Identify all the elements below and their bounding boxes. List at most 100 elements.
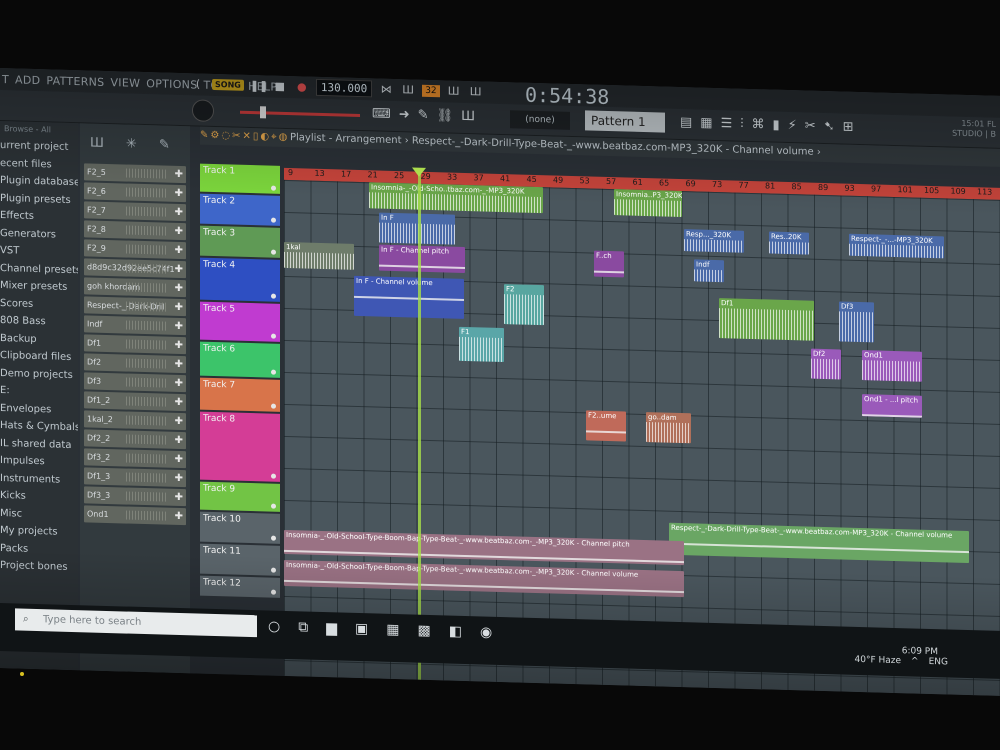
browser-item[interactable]: Impulses <box>0 452 78 472</box>
channel-add-icon[interactable]: ✚ <box>175 223 183 240</box>
track-mute-led[interactable] <box>271 535 276 541</box>
track-header[interactable]: Track 5 <box>200 301 280 342</box>
automation-clip[interactable]: F..ch <box>594 250 624 278</box>
channel-add-icon[interactable]: ✚ <box>175 356 183 373</box>
channel-add-icon[interactable]: ✚ <box>175 470 183 487</box>
channel-add-icon[interactable]: ✚ <box>175 375 183 392</box>
channel-add-icon[interactable]: ✚ <box>175 185 183 202</box>
channel-item[interactable]: Df3_3 ✚ <box>84 486 186 507</box>
loop-record-icon[interactable]: Ш <box>468 84 484 100</box>
channel-item[interactable]: Df1_2 ✚ <box>84 391 186 412</box>
menu-item-add[interactable]: ADD <box>15 73 40 87</box>
tempo-display[interactable]: 130.000 <box>315 78 373 98</box>
channel-item[interactable]: Indf ✚ <box>84 315 186 336</box>
browser-item[interactable]: Plugin presets <box>0 190 78 210</box>
browser-item[interactable]: Project bones <box>0 557 78 577</box>
track-mute-led[interactable] <box>271 503 276 509</box>
browser-item[interactable]: VST <box>0 242 78 262</box>
channel-add-icon[interactable]: ✚ <box>175 508 183 525</box>
plug-icon[interactable]: ⚡ <box>788 118 797 133</box>
comb-icon[interactable]: Ш <box>461 109 475 124</box>
track-header[interactable]: Track 9 <box>200 481 280 512</box>
audio-clip[interactable]: Df3 <box>839 301 874 343</box>
store-icon[interactable]: ▣ <box>355 621 368 637</box>
browser-item[interactable]: Kicks <box>0 487 78 507</box>
audio-clip[interactable]: F2 <box>504 284 544 326</box>
browser-icon[interactable]: ▮ <box>773 118 780 133</box>
track-mute-led[interactable] <box>271 217 276 223</box>
wait-input-icon[interactable]: Ш <box>400 82 416 98</box>
menu-item-view[interactable]: VIEW <box>110 76 140 90</box>
channel-item[interactable]: Df1_3 ✚ <box>84 467 186 488</box>
track-header[interactable]: Track 11 <box>200 543 280 576</box>
track-mute-led[interactable] <box>271 589 276 595</box>
browser-item[interactable]: Envelopes <box>0 400 78 420</box>
channel-item[interactable]: 1kal_2 ✚ <box>84 410 186 431</box>
browser-item[interactable]: Channel presets <box>0 260 78 280</box>
tools-icon[interactable]: ✂ <box>805 118 816 133</box>
browser-item[interactable]: My projects <box>0 522 78 542</box>
pencil-icon[interactable]: ✎ <box>418 108 429 123</box>
audio-clip[interactable]: Insomnia-_-Old-Scho..tbaz.com-_-MP3_320K <box>369 182 543 214</box>
arrow-icon[interactable]: ➜ <box>399 107 410 122</box>
channel-item[interactable]: F2_5 ✚ <box>84 163 186 184</box>
automation-clip[interactable]: In F - Channel pitch <box>379 244 465 273</box>
track-mute-led[interactable] <box>271 249 276 255</box>
track-mute-led[interactable] <box>271 333 276 339</box>
song-mode-button[interactable]: SONG <box>212 78 244 91</box>
play-pause-button[interactable]: ❚❚ <box>250 77 268 93</box>
browser-item[interactable]: Scores <box>0 295 78 315</box>
audio-clip[interactable]: Insomnia..P3_320K <box>614 189 682 218</box>
channel-item[interactable]: Df1 ✚ <box>84 334 186 355</box>
channel-add-icon[interactable]: ✚ <box>175 299 183 316</box>
pencil-icon[interactable]: ✎ <box>159 137 170 152</box>
language-indicator[interactable]: ENG <box>929 657 948 668</box>
channel-add-icon[interactable]: ✚ <box>175 204 183 221</box>
browser-item[interactable]: Misc <box>0 505 78 525</box>
channel-add-icon[interactable]: ✚ <box>175 280 183 297</box>
channel-add-icon[interactable]: ✚ <box>175 318 183 335</box>
track-header[interactable]: Track 12 <box>200 575 280 598</box>
automation-clip[interactable]: In F - Channel volume <box>354 275 464 319</box>
track-header[interactable]: Track 6 <box>200 341 280 378</box>
channel-item[interactable]: F2_7 ✚ <box>84 201 186 222</box>
piano-roll-icon[interactable]: ▦ <box>700 116 712 131</box>
browser-item[interactable]: Clipboard files <box>0 347 78 367</box>
track-header[interactable]: Track 1 <box>200 163 280 194</box>
browser-item[interactable]: Generators <box>0 225 78 245</box>
metronome-icon[interactable]: ⋈ <box>378 81 394 97</box>
channel-add-icon[interactable]: ✚ <box>175 166 183 183</box>
channel-item[interactable]: F2_8 ✚ <box>84 220 186 241</box>
channel-item[interactable]: F2_9 ✚ <box>84 239 186 260</box>
comb-icon[interactable]: Ш <box>90 135 104 150</box>
link-icon[interactable]: ⛓ <box>437 108 454 123</box>
file-explorer-icon[interactable]: ▆ <box>326 620 337 636</box>
browser-item[interactable]: Instruments <box>0 470 78 490</box>
windows-app-icon[interactable]: ▩ <box>417 623 430 639</box>
snap-select[interactable]: (none) <box>510 110 570 130</box>
channel-add-icon[interactable]: ✚ <box>175 413 183 430</box>
automation-clip[interactable]: Respect-_-Dark-Drill-Type-Beat-_-www.bea… <box>669 522 969 564</box>
browser-item[interactable]: ecent files <box>0 155 78 175</box>
wave-icon[interactable]: ✳ <box>126 136 137 151</box>
taskbar-search-input[interactable]: ⌕ Type here to search <box>15 608 257 638</box>
channel-item[interactable]: Respect-_-Dark-Dril✚ <box>84 296 186 317</box>
channel-add-icon[interactable]: ✚ <box>175 489 183 506</box>
audio-clip[interactable]: Df1 <box>719 298 814 341</box>
master-volume-slider[interactable] <box>240 110 360 118</box>
record-button[interactable]: ● <box>294 79 310 95</box>
mixer-icon[interactable]: ⫶ <box>740 117 743 132</box>
playhead-marker[interactable] <box>412 167 426 177</box>
channel-add-icon[interactable]: ✚ <box>175 261 183 278</box>
download-icon[interactable]: ➷ <box>824 119 835 134</box>
channel-add-icon[interactable]: ✚ <box>175 337 183 354</box>
cart-icon[interactable]: ⊞ <box>843 120 854 135</box>
channel-item[interactable]: Df2_2 ✚ <box>84 429 186 450</box>
channel-add-icon[interactable]: ✚ <box>175 451 183 468</box>
browser-item[interactable]: IL shared data <box>0 435 78 455</box>
channel-add-icon[interactable]: ✚ <box>175 394 183 411</box>
audio-clip[interactable]: In F <box>379 212 455 245</box>
cortana-icon[interactable]: ○ <box>268 618 280 634</box>
blend-notes-icon[interactable]: Ш <box>446 83 462 99</box>
channel-item[interactable]: Df2 ✚ <box>84 353 186 374</box>
